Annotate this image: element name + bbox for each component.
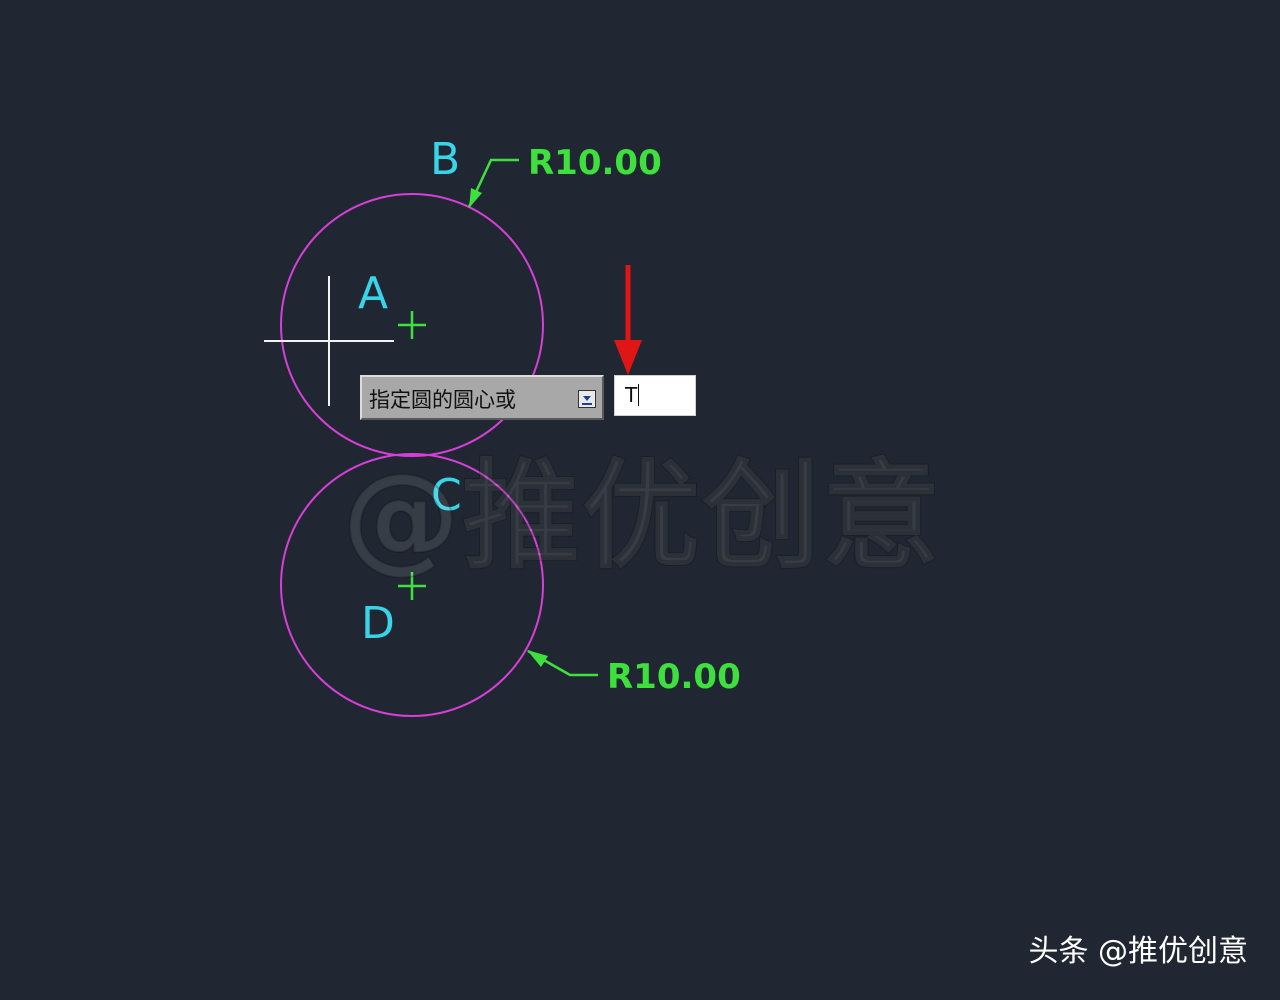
radius-dimension-bottom: R10.00 — [607, 657, 741, 697]
command-input-field[interactable]: T — [614, 375, 696, 416]
point-label-d: D — [361, 598, 395, 649]
point-label-a: A — [358, 268, 388, 319]
pointer-arrow-icon — [614, 265, 642, 375]
command-input-value: T — [625, 383, 638, 407]
dropdown-arrow-icon[interactable] — [578, 390, 596, 408]
center-mark-top — [398, 311, 426, 339]
leader-arrowhead-top — [469, 188, 482, 208]
prompt-text: 指定圆的圆心或 — [369, 388, 516, 412]
leader-arrowhead-bottom — [527, 650, 548, 667]
radius-dimension-top: R10.00 — [528, 143, 662, 183]
text-caret — [638, 384, 640, 406]
watermark: @推优创意 — [341, 446, 943, 586]
footer-brand: 头条 @推优创意 — [1028, 934, 1248, 969]
point-label-b: B — [430, 134, 460, 185]
dynamic-input-prompt: 指定圆的圆心或 — [360, 375, 604, 420]
dimension-leader-top — [467, 158, 519, 208]
